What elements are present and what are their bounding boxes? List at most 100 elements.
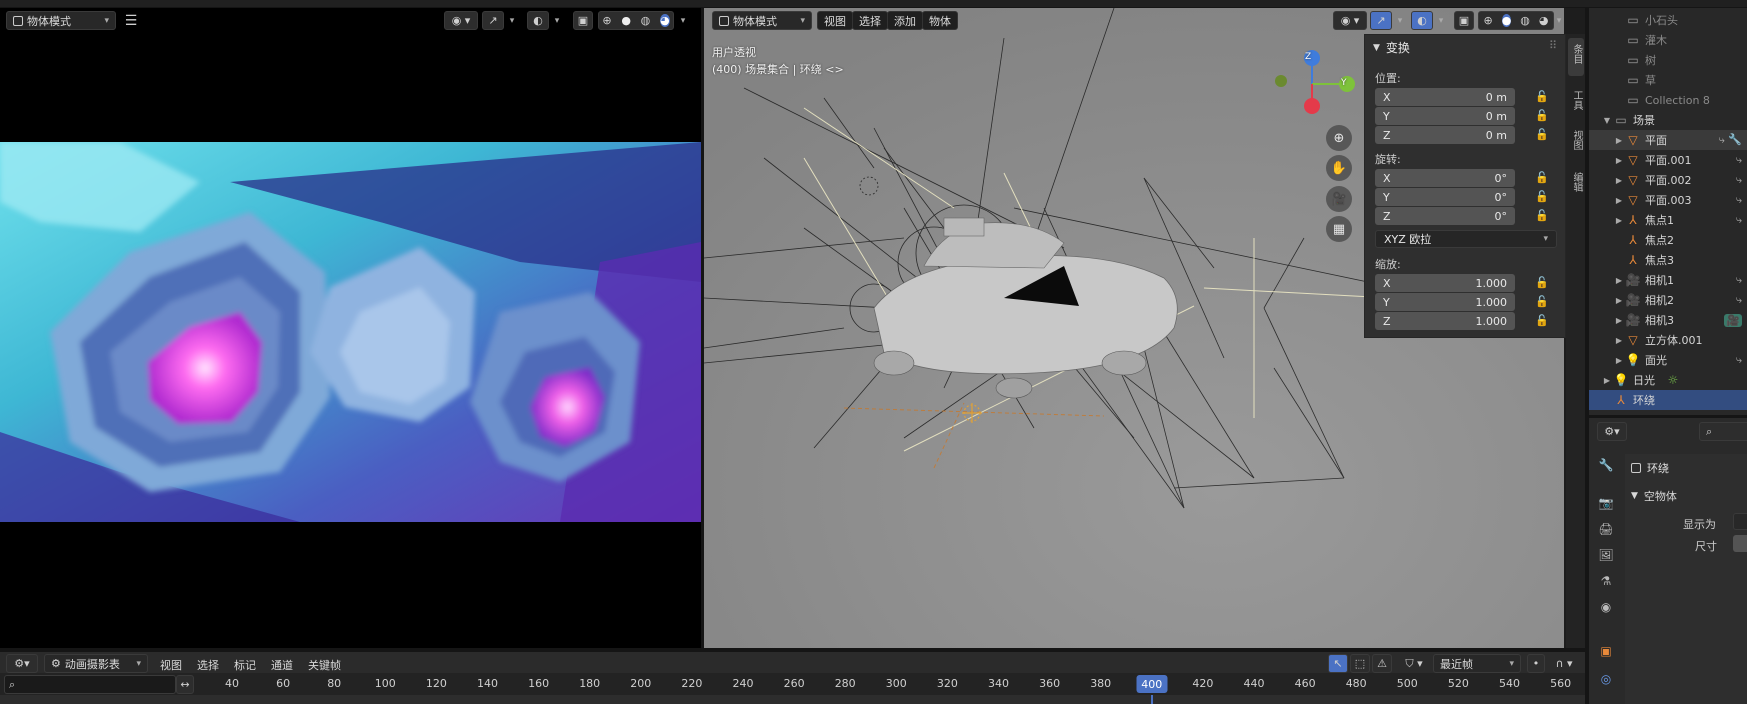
gizmo-dropdown-chevron[interactable]: ▾ [505,11,519,30]
render-mode-dropdown[interactable]: 物体模式 ▾ [6,11,116,30]
tab-view[interactable]: 视图 [1568,130,1584,150]
gizmo-toggle-button[interactable]: ↗ [482,11,504,30]
render-properties-icon[interactable]: 📷 [1595,492,1617,514]
constraint-properties-icon[interactable]: ◎ [1595,668,1617,690]
viewport-gizmo-chevron[interactable]: ▾ [1393,11,1407,30]
scene-properties-icon[interactable]: ⚗ [1595,570,1617,592]
solid-shading-icon[interactable]: ● [1501,14,1512,27]
viewport-gizmo-button[interactable]: ↗ [1370,11,1392,30]
lock-icon[interactable]: 🔓 [1535,128,1549,141]
camera-view-icon[interactable]: 🎥 [1326,186,1352,212]
timeline-ruler[interactable]: ⌕ ↔ 40 60 80 100 120 140 160 180 200 220 240 260 280… [0,673,1585,695]
camera-render-view[interactable]: 物体模式 ▾ ☰ ◉ ▾ ↗ ▾ ◐ ▾ ▣ ⊕ ● ◍ ◕ ▾ [0,8,701,648]
viewport-xray-button[interactable]: ▣ [1454,11,1474,30]
menu-view[interactable]: 视图 [817,11,853,30]
outliner-item[interactable]: ▶ 🎥 相机1 ⤷ [1589,270,1747,290]
viewport-visibility-button[interactable]: ◉ ▾ [1333,11,1367,30]
filter-dropdown[interactable]: ⛉ ▾ [1398,654,1430,673]
outliner-item[interactable]: ▭ 灌木 [1589,30,1747,50]
menu-select[interactable]: 选择 [852,11,888,30]
shading-dropdown-chevron[interactable]: ▾ [676,11,690,30]
material-shading-icon[interactable]: ◍ [1520,14,1530,27]
channel-width-toggle[interactable]: ↔ [176,675,194,694]
outliner-item[interactable]: ▶ ⅄ 焦点1 ⤷ [1589,210,1747,230]
solid-shading-icon[interactable]: ● [621,14,631,27]
timeline-mode-dropdown[interactable]: ⚙ 动画摄影表 ▾ [44,654,148,673]
hamburger-menu-icon[interactable]: ☰ [122,11,140,30]
zoom-icon[interactable]: ⊕ [1326,125,1352,151]
outliner-item[interactable]: ▶ ▽ 平面 ⤷ 🔧 [1589,130,1747,150]
tab-tool[interactable]: 工具 [1568,90,1584,110]
constraint-icon[interactable]: ⤷ [1736,353,1742,367]
drag-handle-icon[interactable]: ⠿ [1549,39,1557,52]
modifier-icon[interactable]: ⤷ 🔧 [1719,133,1742,147]
snap-mode-dropdown[interactable]: 最近帧 ▾ [1433,654,1521,673]
outliner-item-selected[interactable]: ⅄ 环绕 [1589,390,1747,410]
location-z-field[interactable]: Z0 m [1375,126,1515,144]
outliner-item[interactable]: ▶ ▽ 平面.003 ⤷ [1589,190,1747,210]
outliner-item[interactable]: ▭ 草 [1589,70,1747,90]
viewport-shading-group[interactable]: ⊕ ● ◍ ◕ [1478,11,1554,30]
outliner-item[interactable]: ▶ ▽ 平面.001 ⤷ [1589,150,1747,170]
constraint-icon[interactable]: ⤷ [1736,273,1742,287]
object-properties-icon[interactable]: ▣ [1595,640,1617,662]
timeline-menu-channel[interactable]: 通道 [271,657,293,673]
timeline-body[interactable] [0,695,1585,704]
tool-properties-icon[interactable]: 🔧 [1595,454,1617,476]
rotation-y-field[interactable]: Y 0° [1375,188,1515,206]
outliner-item[interactable]: ▶ 💡 面光 ⤷ [1589,350,1747,370]
display-as-dropdown[interactable] [1733,513,1747,530]
lock-icon[interactable]: 🔓 [1535,190,1549,203]
overlay-dropdown-chevron[interactable]: ▾ [550,11,564,30]
rotation-z-field[interactable]: Z 0° [1375,207,1515,225]
scale-y-field[interactable]: Y 1.000 [1375,293,1515,311]
outliner-item[interactable]: ▶ 🎥 相机3 🎥 [1589,310,1747,330]
properties-search-input[interactable]: ⌕ [1699,422,1747,441]
xray-toggle-button[interactable]: ▣ [573,11,593,30]
falloff-dropdown[interactable]: ∩ ▾ [1548,654,1580,673]
outliner-item[interactable]: ▶ ▽ 平面.002 ⤷ [1589,170,1747,190]
timeline-menu-key[interactable]: 关键帧 [308,657,341,673]
rotation-mode-dropdown[interactable]: XYZ 欧拉 ▾ [1375,230,1557,248]
outliner-item[interactable]: ⅄ 焦点2 [1589,230,1747,250]
visibility-toggle-button[interactable]: ◉ ▾ [444,11,478,30]
transform-panel-header[interactable]: ▼ 变换 [1373,39,1410,56]
viewport-mode-dropdown[interactable]: 物体模式 ▾ [712,11,812,30]
outliner-item[interactable]: ▭ 小石头 [1589,10,1747,30]
outliner-item[interactable]: ▭ 树 [1589,50,1747,70]
only-selected-toggle[interactable]: ↖ [1328,654,1348,673]
editor-type-button[interactable]: ⚙▾ [6,654,38,673]
wireframe-shading-icon[interactable]: ⊕ [602,14,611,27]
scale-x-field[interactable]: X 1.000 [1375,274,1515,292]
lock-icon[interactable]: 🔓 [1535,90,1549,103]
outliner-panel[interactable]: ▭ 小石头 ▭ 灌木 ▭ 树 ▭ 草 ▭ Collection 8 ▼ ▭ 场景 ▶ ▽ 平面 ⤷ … [1588,8,1747,415]
menu-add[interactable]: 添加 [887,11,923,30]
current-frame-indicator[interactable]: 400 [1136,675,1168,693]
outliner-item[interactable]: ▼ ▭ 场景 [1589,110,1747,130]
output-properties-icon[interactable]: 🖨 [1595,518,1617,540]
scale-z-field[interactable]: Z 1.000 [1375,312,1515,330]
rendered-shading-icon[interactable]: ◕ [1539,14,1549,27]
timeline-search-input[interactable]: ⌕ [4,675,176,694]
tab-edit[interactable]: 编辑 [1568,172,1584,192]
tab-item[interactable]: 条目 [1568,44,1584,64]
lock-icon[interactable]: 🔓 [1535,276,1549,289]
outliner-item[interactable]: ▶ 🎥 相机2 ⤷ [1589,290,1747,310]
timeline-menu-select[interactable]: 选择 [197,657,219,673]
show-hidden-toggle[interactable]: ⬚ [1350,654,1370,673]
material-shading-icon[interactable]: ◍ [641,14,651,27]
size-field[interactable] [1733,535,1747,552]
menu-object[interactable]: 物体 [922,11,958,30]
rendered-shading-icon[interactable]: ◕ [660,14,670,27]
shading-mode-group[interactable]: ⊕ ● ◍ ◕ [598,11,674,30]
outliner-item[interactable]: ▶ ▽ 立方体.001 [1589,330,1747,350]
lock-icon[interactable]: 🔓 [1535,171,1549,184]
constraint-icon[interactable]: ⤷ [1736,153,1742,167]
ortho-grid-icon[interactable]: ▦ [1326,216,1352,242]
world-properties-icon[interactable]: ◉ [1595,596,1617,618]
location-y-field[interactable]: Y0 m [1375,107,1515,125]
timeline-menu-marker[interactable]: 标记 [234,657,256,673]
empty-section-header[interactable]: ▼ 空物体 [1631,488,1677,504]
proportional-edit-toggle[interactable]: • [1527,654,1545,673]
only-errors-toggle[interactable]: ⚠ [1372,654,1392,673]
